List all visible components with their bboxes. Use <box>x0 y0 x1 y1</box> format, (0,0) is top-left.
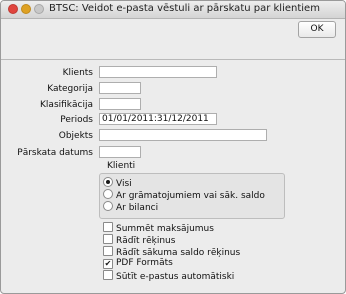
close-window-icon[interactable] <box>8 4 18 14</box>
checkmark-icon: ✔ <box>103 259 113 269</box>
window-title: BTSC: Veidot e-pasta vēstuli ar pārskatu… <box>49 3 320 14</box>
objekts-label: Objekts <box>58 131 93 141</box>
periods-label: Periods <box>60 115 93 125</box>
minimize-window-icon[interactable] <box>21 4 31 14</box>
klients-field[interactable] <box>99 66 217 78</box>
radio-icon <box>103 189 113 199</box>
checkbox-pdf-formats[interactable]: ✔ PDF Formāts <box>103 258 173 269</box>
klasifikacija-field[interactable] <box>99 98 141 110</box>
radio-option-visi[interactable]: Visi <box>103 177 132 189</box>
zoom-window-icon[interactable] <box>34 4 44 14</box>
checkbox-sutit-epastus-automatiski[interactable]: Sūtīt e-pastus automātiski <box>103 270 234 282</box>
radio-option-ar-gramatojumiem[interactable]: Ar grāmatojumiem vai sāk. saldo <box>103 189 265 201</box>
objekts-field[interactable] <box>99 129 267 141</box>
parskata-datums-label: Pārskata datums <box>17 148 93 158</box>
kategorija-field[interactable] <box>99 82 141 94</box>
checkbox-icon <box>103 270 113 280</box>
klasifikacija-label: Klasifikācija <box>40 100 93 110</box>
klients-label: Klients <box>62 68 93 78</box>
checkbox-radit-rekinus[interactable]: Rādīt rēķinus <box>103 234 175 246</box>
toolbar: OK <box>1 19 345 60</box>
report-window: BTSC: Veidot e-pasta vēstuli ar pārskatu… <box>0 0 346 294</box>
periods-field[interactable]: 01/01/2011:31/12/2011 <box>99 113 217 125</box>
kategorija-label: Kategorija <box>47 84 93 94</box>
checkbox-icon <box>103 234 113 244</box>
radio-option-ar-bilanci[interactable]: Ar bilanci <box>103 201 158 213</box>
klienti-group-title: Klienti <box>107 161 136 171</box>
ok-button[interactable]: OK <box>298 21 336 38</box>
checkbox-icon <box>103 246 113 256</box>
radio-selected-icon <box>103 177 113 187</box>
title-bar: BTSC: Veidot e-pasta vēstuli ar pārskatu… <box>1 1 345 19</box>
checkbox-radit-sakuma-saldo-rekinus[interactable]: Rādīt sākuma saldo rēķinus <box>103 246 240 258</box>
radio-icon <box>103 201 113 211</box>
checkbox-icon <box>103 222 113 232</box>
parskata-datums-field[interactable] <box>99 146 141 158</box>
checkbox-summet-maksajumus[interactable]: Summēt maksājumus <box>103 222 214 234</box>
